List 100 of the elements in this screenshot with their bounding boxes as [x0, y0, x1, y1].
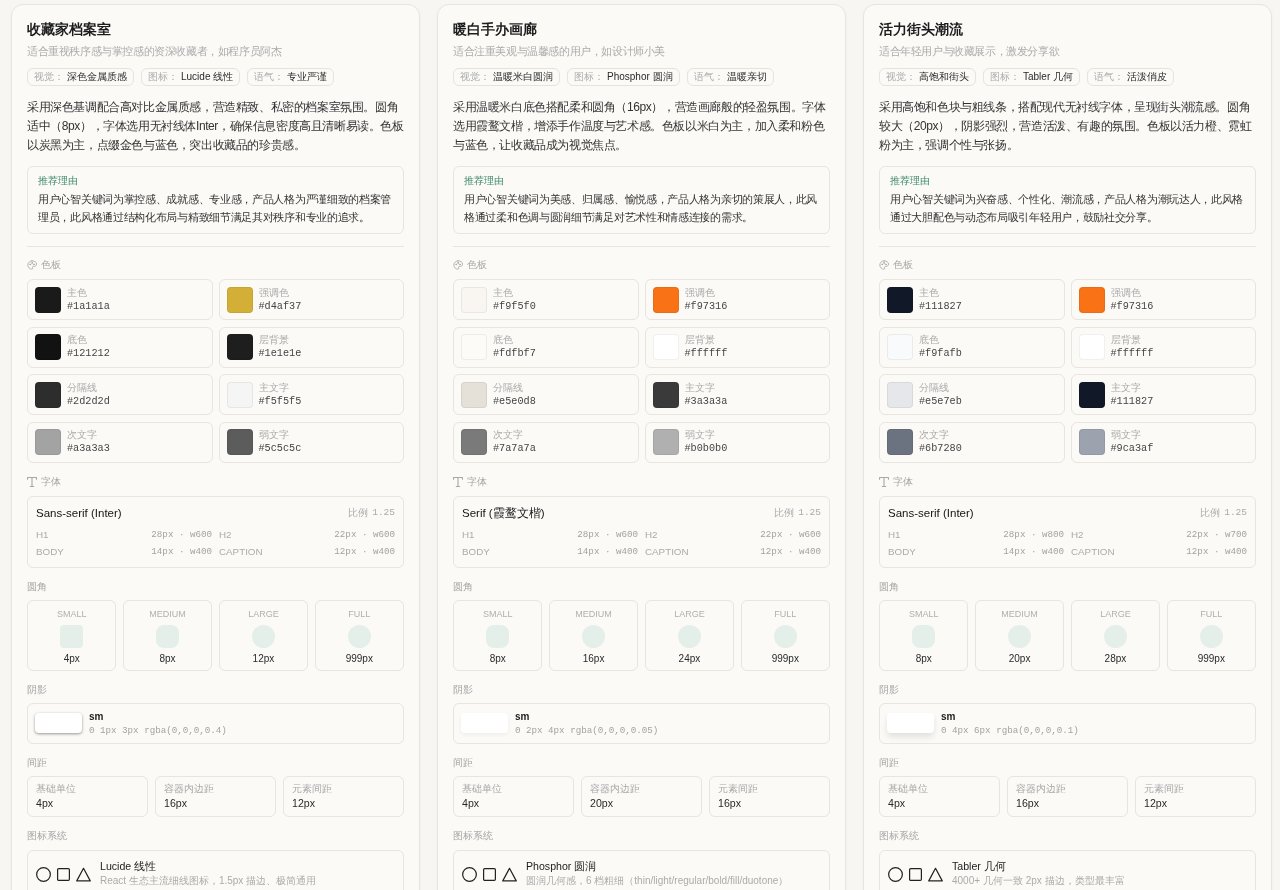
shadow-value: 0 2px 4px rgba(0,0,0,0.05): [515, 723, 659, 737]
tag-label: 图标：: [148, 71, 178, 83]
type-style-name: H2: [1071, 529, 1084, 541]
radius-value: 12px: [252, 652, 275, 665]
swatch-hex: #e5e0d8: [493, 394, 536, 408]
spacing-label: 基础单位: [462, 782, 503, 795]
type-style-name: BODY: [36, 546, 64, 558]
spacing-value: 4px: [888, 796, 907, 810]
shadow-preview-icon: [35, 713, 82, 733]
section-heading: 间距: [453, 756, 473, 769]
swatch-label: 次文字: [67, 429, 98, 441]
radius-value: 8px: [489, 652, 506, 665]
swatch-hex: #f9f5f0: [493, 299, 536, 313]
type-style-spec: 22px · w600: [760, 529, 821, 541]
section-heading: 字体: [41, 475, 61, 488]
swatch-hex: #7a7a7a: [493, 442, 536, 455]
scale-value: 1.25: [1224, 506, 1247, 519]
radius-value: 20px: [1008, 652, 1031, 665]
swatch-hex: #f97316: [1110, 299, 1154, 313]
type-style-name: BODY: [462, 546, 490, 558]
spacing-label: 基础单位: [36, 782, 77, 795]
section-heading: 圆角: [879, 580, 899, 593]
radius-label: LARGE: [674, 607, 705, 620]
type-style-spec: 14px · w400: [1003, 546, 1064, 558]
type-style-name: H2: [645, 529, 658, 541]
icon-set-name: Lucide 线性: [100, 858, 158, 873]
section-heading: 阴影: [879, 683, 899, 696]
swatch-label: 强调色: [1110, 286, 1142, 299]
scale-label: 比例: [348, 506, 369, 519]
swatch-label: 主色: [67, 286, 88, 299]
reason-text: 用户心智关键词为美感、归属感、愉悦感，产品人格为亲切的策展人，此风格通过柔和色调与圆润细节满足对艺术性和情感连接的需求。: [464, 192, 819, 225]
circle-icon: [888, 866, 903, 882]
shadow-name: sm: [941, 709, 957, 723]
section-heading: 图标系统: [27, 829, 67, 842]
swatch-hex: #9ca3af: [1110, 442, 1154, 455]
spacing-label: 元素间距: [292, 782, 333, 795]
radius-label: FULL: [774, 607, 797, 620]
triangle-icon: [928, 866, 943, 882]
swatch-hex: #111827: [1110, 394, 1154, 408]
swatch-hex: #e5e7eb: [919, 394, 962, 408]
swatch-label: 弱文字: [684, 429, 716, 441]
section-heading: 间距: [879, 756, 899, 769]
radius-label: FULL: [348, 607, 371, 620]
section-heading: 色板: [41, 259, 61, 271]
scale-value: 1.25: [372, 506, 395, 519]
section-heading: 阴影: [453, 683, 473, 696]
swatch-label: 分隔线: [493, 381, 524, 394]
tag-label: 语气：: [1094, 71, 1124, 83]
style-description: 采用高饱和色块与粗线条，搭配现代无衬线字体，呈现街头潮流感。圆角较大（20px），阴影强烈，营造活泼、有趣的氛围。色板以活力橙、霓虹粉为主，强调个性与张扬。: [879, 99, 1253, 154]
radius-label: MEDIUM: [149, 607, 186, 620]
radius-value: 28px: [1104, 652, 1127, 665]
type-style-name: CAPTION: [645, 546, 689, 558]
font-family-name: Sans-serif (Inter): [888, 505, 974, 520]
swatch-label: 分隔线: [919, 381, 950, 394]
spacing-value: 4px: [36, 796, 55, 810]
icon-set-name: Tabler 几何: [952, 858, 1007, 873]
shadow-value: 0 1px 3px rgba(0,0,0,0.4): [89, 723, 227, 737]
scale-label: 比例: [774, 506, 795, 519]
swatch-label: 主色: [919, 286, 940, 299]
spacing-value: 16px: [718, 796, 742, 810]
section-heading: 图标系统: [453, 829, 493, 842]
tag-label: 视觉：: [34, 71, 64, 83]
tag-label: 图标：: [990, 71, 1020, 83]
section-heading: 圆角: [453, 580, 473, 593]
card-title: 收藏家档案室: [27, 21, 112, 39]
type-icon: [27, 476, 37, 487]
spacing-value: 12px: [1144, 796, 1168, 810]
swatch-hex: #b0b0b0: [684, 442, 728, 455]
swatch-hex: #f97316: [684, 299, 728, 313]
card-title: 活力街头潮流: [879, 21, 964, 39]
radius-label: SMALL: [482, 607, 513, 620]
tag-value: Lucide 线性: [181, 71, 234, 83]
reason-label: 推荐理由: [464, 175, 505, 187]
swatch-hex: #6b7280: [919, 442, 962, 455]
swatch-label: 底色: [67, 334, 88, 346]
type-style-spec: 22px · w600: [334, 529, 395, 541]
swatch-label: 强调色: [258, 286, 290, 299]
section-heading: 字体: [467, 475, 487, 488]
swatch-label: 次文字: [919, 429, 950, 441]
swatch-label: 强调色: [684, 286, 716, 299]
reason-text: 用户心智关键词为掌控感、成就感、专业感，产品人格为严谨细致的档案管理员，此风格通过结构化布局与精致细节满足其对秩序和专业的追求。: [38, 192, 393, 225]
type-style-spec: 28px · w800: [1003, 529, 1064, 541]
card-title: 暖白手办画廊: [453, 21, 538, 39]
reason-label: 推荐理由: [890, 175, 931, 187]
swatch-hex: #f5f5f5: [258, 394, 302, 408]
type-style-spec: 12px · w400: [1186, 546, 1247, 558]
spacing-value: 16px: [1016, 796, 1040, 810]
type-icon: [453, 476, 463, 487]
swatch-label: 分隔线: [67, 381, 98, 394]
radius-value: 16px: [582, 652, 605, 665]
type-style-name: H1: [36, 529, 49, 541]
swatch-hex: #fdfbf7: [493, 347, 536, 360]
spacing-label: 元素间距: [718, 782, 759, 795]
tag-label: 视觉：: [460, 71, 490, 83]
spacing-label: 容器内边距: [1016, 782, 1067, 795]
swatch-hex: #1a1a1a: [67, 299, 110, 313]
type-style-name: H1: [462, 529, 475, 541]
triangle-icon: [502, 866, 517, 882]
type-style-spec: 12px · w400: [334, 546, 395, 558]
tag-label: 语气：: [254, 71, 285, 83]
